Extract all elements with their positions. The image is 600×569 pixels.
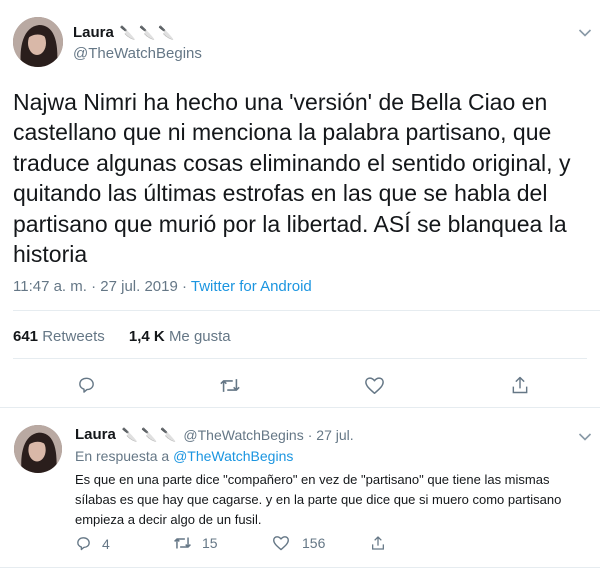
share-button[interactable] (510, 375, 530, 395)
reply-button[interactable] (76, 375, 97, 395)
retweet-icon (220, 379, 240, 392)
retweets-label: Retweets (42, 328, 105, 345)
tweet-date[interactable]: · 27 jul. (308, 427, 354, 443)
retweet-count: 15 (202, 535, 218, 551)
share-button[interactable] (370, 535, 386, 551)
reply-count: 4 (102, 535, 110, 552)
chevron-down-icon[interactable] (578, 432, 592, 442)
reply-icon (79, 377, 94, 393)
like-icon (273, 536, 289, 551)
reply-button[interactable]: 4 (75, 535, 110, 552)
author-handle-row: @TheWatchBegins (73, 45, 202, 62)
retweet-button[interactable] (219, 376, 241, 395)
reply-context: En respuesta a @TheWatchBegins (75, 448, 293, 464)
likes-label: Me gusta (168, 328, 231, 345)
retweet-button[interactable]: 15 (173, 535, 218, 551)
tweet-meta: 11:47 a. m. · 27 jul. 2019 · Twitter for… (13, 278, 312, 295)
share-icon (512, 376, 528, 394)
like-button[interactable]: 156 (272, 535, 325, 551)
avatar-image (13, 17, 63, 67)
reply-author-row: Laura 🔪🔪🔪 @TheWatchBegins · 27 jul. (75, 426, 354, 443)
divider (0, 567, 600, 568)
avatar[interactable] (13, 17, 63, 67)
likes-count: 1,4 K (128, 328, 165, 345)
avatar[interactable] (14, 425, 62, 473)
author-emoji: 🔪🔪🔪 (121, 426, 180, 442)
retweets-count: 641 (13, 328, 39, 345)
like-icon (365, 377, 384, 395)
retweet-icon (174, 537, 191, 549)
author-name[interactable]: Laura (73, 24, 114, 41)
reply-prefix: En respuesta a (75, 448, 174, 464)
main-tweet: Laura 🔪🔪🔪 @TheWatchBegins Najwa Nimri ha… (0, 0, 600, 408)
divider (13, 310, 600, 311)
author-handle[interactable]: @TheWatchBegins (183, 427, 303, 443)
author-emoji: 🔪🔪🔪 (119, 24, 178, 40)
tweet-text: Najwa Nimri ha hecho una 'versión' de Be… (13, 89, 571, 268)
author-handle[interactable]: @TheWatchBegins (73, 45, 202, 62)
like-button[interactable] (364, 376, 385, 395)
author-name-row: Laura 🔪🔪🔪 (73, 24, 177, 41)
like-count: 156 (302, 535, 326, 551)
reply-text: Es que en una parte dice "compañero" en … (75, 472, 562, 527)
tweet-timestamp[interactable]: 11:47 a. m. · 27 jul. 2019 · (13, 278, 191, 295)
likes-stat[interactable]: 1,4 K Me gusta (129, 328, 231, 345)
avatar-image (14, 425, 62, 473)
retweets-stat[interactable]: 641 Retweets (13, 328, 105, 345)
tweet-stats: 641 Retweets 1,4 K Me gusta (13, 328, 231, 345)
author-name[interactable]: Laura (75, 426, 116, 443)
share-icon (372, 536, 384, 550)
divider (13, 358, 587, 359)
reply-mention[interactable]: @TheWatchBegins (173, 448, 293, 464)
tweet-source[interactable]: Twitter for Android (191, 278, 312, 295)
chevron-down-icon[interactable] (578, 28, 592, 38)
reply-icon (77, 537, 90, 551)
